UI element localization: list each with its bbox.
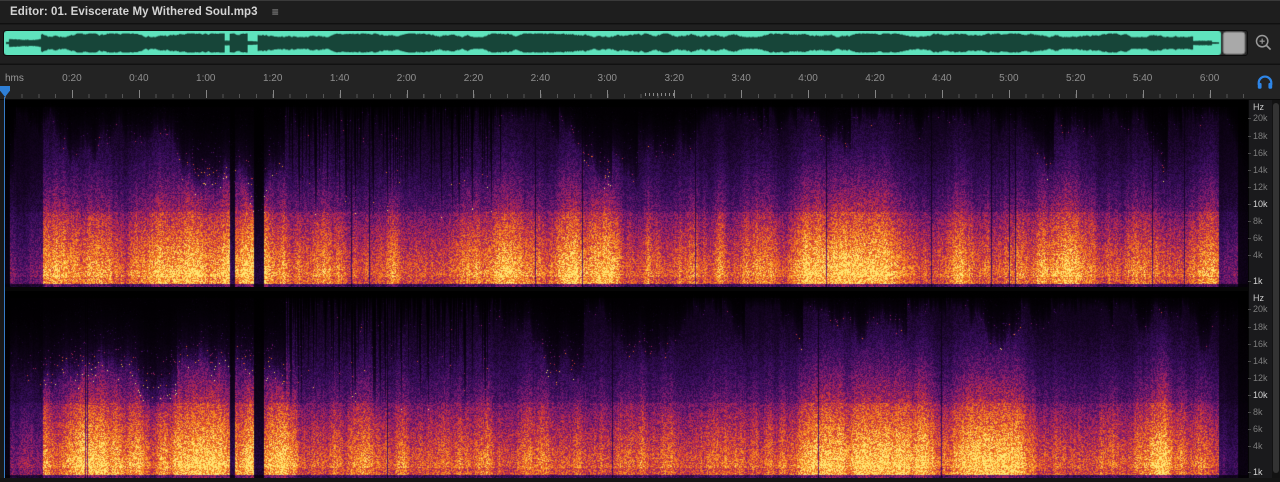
freq-tick xyxy=(1248,472,1251,474)
timebase-label: hms xyxy=(5,73,24,84)
freq-tick xyxy=(1248,360,1251,362)
freq-tick xyxy=(1248,220,1251,222)
freq-tick xyxy=(1248,281,1251,283)
hz-unit-label: Hz xyxy=(1253,102,1264,112)
bottom-edge xyxy=(0,478,1280,482)
freq-scale: Hz 20k 18k 16k 14k 12k 10k 8k 6k 4k 1k xyxy=(1248,291,1272,478)
timeline-ruler[interactable]: hms 0:20 0:40 1:00 1:20 1:40 2:00 2:20 2:40 3:00… xyxy=(0,64,1280,100)
freq-label: 8k xyxy=(1253,406,1263,417)
vertical-scrollbar[interactable] xyxy=(1272,100,1280,478)
timeline-tick-label: 2:20 xyxy=(463,73,484,84)
timeline-tick-label: 4:00 xyxy=(798,73,818,84)
spectrogram-channel-2[interactable] xyxy=(5,291,1248,478)
freq-label: 16k xyxy=(1253,338,1268,349)
freq-label: 18k xyxy=(1253,322,1268,333)
timeline-tick xyxy=(1209,90,1211,98)
timeline-tick-label: 6:00 xyxy=(1199,73,1220,84)
freq-label: 14k xyxy=(1253,355,1268,366)
timeline-tick xyxy=(138,90,140,98)
timeline-tick-label: 5:00 xyxy=(999,73,1019,84)
freq-label: 6k xyxy=(1253,233,1263,243)
timeline-tick xyxy=(272,90,274,98)
editor-title: Editor: 01. Eviscerate My Withered Soul.… xyxy=(10,6,258,18)
timeline-tick xyxy=(941,90,943,98)
freq-tick xyxy=(1248,255,1251,257)
freq-tick xyxy=(1248,343,1251,345)
timeline-tick xyxy=(71,90,73,98)
timeline-tick-label: 5:40 xyxy=(1132,73,1153,84)
timeline-tick-label: 3:40 xyxy=(731,73,751,84)
timeline-tick xyxy=(741,90,743,98)
freq-tick xyxy=(1248,377,1251,379)
timeline-tick xyxy=(1075,90,1077,98)
grabber-dots[interactable] xyxy=(645,93,675,96)
overview-waveform[interactable] xyxy=(3,30,1248,56)
timeline-tick xyxy=(205,90,207,98)
timeline-tick-label: 5:20 xyxy=(1065,73,1086,84)
timeline-tick-label: 1:40 xyxy=(329,73,350,84)
freq-label: 4k xyxy=(1253,250,1263,261)
freq-label: 8k xyxy=(1253,215,1263,226)
spectrogram-channel-1[interactable] xyxy=(5,100,1248,287)
timeline-tick-label: 1:00 xyxy=(196,73,216,84)
freq-tick xyxy=(1248,411,1251,413)
timeline-tick xyxy=(406,90,408,98)
freq-tick xyxy=(1248,136,1251,138)
minor-ticks xyxy=(5,94,1248,98)
freq-tick xyxy=(1248,446,1251,448)
audio-editor-panel: Editor: 01. Eviscerate My Withered Soul.… xyxy=(0,0,1280,482)
freq-tick xyxy=(1248,186,1251,188)
freq-label: 1k xyxy=(1253,467,1263,478)
timeline-tick xyxy=(339,90,341,98)
timeline-tick xyxy=(1142,90,1144,98)
freq-tick xyxy=(1248,327,1251,329)
timeline-tick xyxy=(808,90,810,98)
freq-tick xyxy=(1248,429,1251,430)
freq-label: 6k xyxy=(1253,424,1263,434)
freq-tick xyxy=(1248,238,1251,239)
timeline-tick-label: 0:20 xyxy=(62,73,82,84)
scrollbar-thumb[interactable] xyxy=(1273,103,1279,473)
editor-titlebar: Editor: 01. Eviscerate My Withered Soul.… xyxy=(0,0,1280,24)
freq-label: 10k xyxy=(1253,389,1268,400)
timeline-tick-label: 2:00 xyxy=(396,73,417,84)
zoom-navigate-icon[interactable] xyxy=(1253,32,1275,54)
freq-tick xyxy=(1248,152,1251,154)
freq-label: 16k xyxy=(1253,147,1268,158)
freq-label: 12k xyxy=(1253,372,1268,383)
freq-label: 14k xyxy=(1253,164,1268,175)
timeline-tick-label: 4:40 xyxy=(932,73,952,84)
timeline-tick-label: 2:40 xyxy=(530,73,551,84)
headphones-icon[interactable] xyxy=(1256,73,1274,91)
freq-label: 10k xyxy=(1253,198,1268,209)
freq-tick xyxy=(1248,117,1251,119)
freq-tick xyxy=(1248,203,1251,205)
timeline-tick-label: 3:20 xyxy=(664,73,684,84)
timeline-tick xyxy=(473,90,475,98)
freq-label: 12k xyxy=(1253,181,1268,192)
freq-label: 20k xyxy=(1253,112,1268,123)
freq-label: 1k xyxy=(1253,276,1263,287)
timeline-tick xyxy=(607,90,609,98)
timeline-tick-label: 1:20 xyxy=(262,73,283,84)
timeline-tick-label: 4:20 xyxy=(865,73,885,84)
timeline-tick xyxy=(540,90,542,98)
timeline-tick xyxy=(874,90,876,98)
freq-label: 4k xyxy=(1253,441,1263,452)
hz-unit-label: Hz xyxy=(1253,293,1264,303)
panel-menu-icon[interactable]: ≡ xyxy=(272,5,279,19)
freq-scale: Hz 20k 18k 16k 14k 12k 10k 8k 6k 4k 1k xyxy=(1248,100,1272,287)
playhead-line xyxy=(4,97,5,478)
timeline-tick-label: 0:40 xyxy=(129,73,149,84)
freq-tick xyxy=(1248,394,1251,396)
freq-tick xyxy=(1248,308,1251,310)
freq-tick xyxy=(1248,169,1251,171)
timeline-tick-label: 3:00 xyxy=(597,73,617,84)
freq-label: 18k xyxy=(1253,131,1268,142)
timeline-tick xyxy=(1008,90,1010,98)
freq-label: 20k xyxy=(1253,303,1268,314)
